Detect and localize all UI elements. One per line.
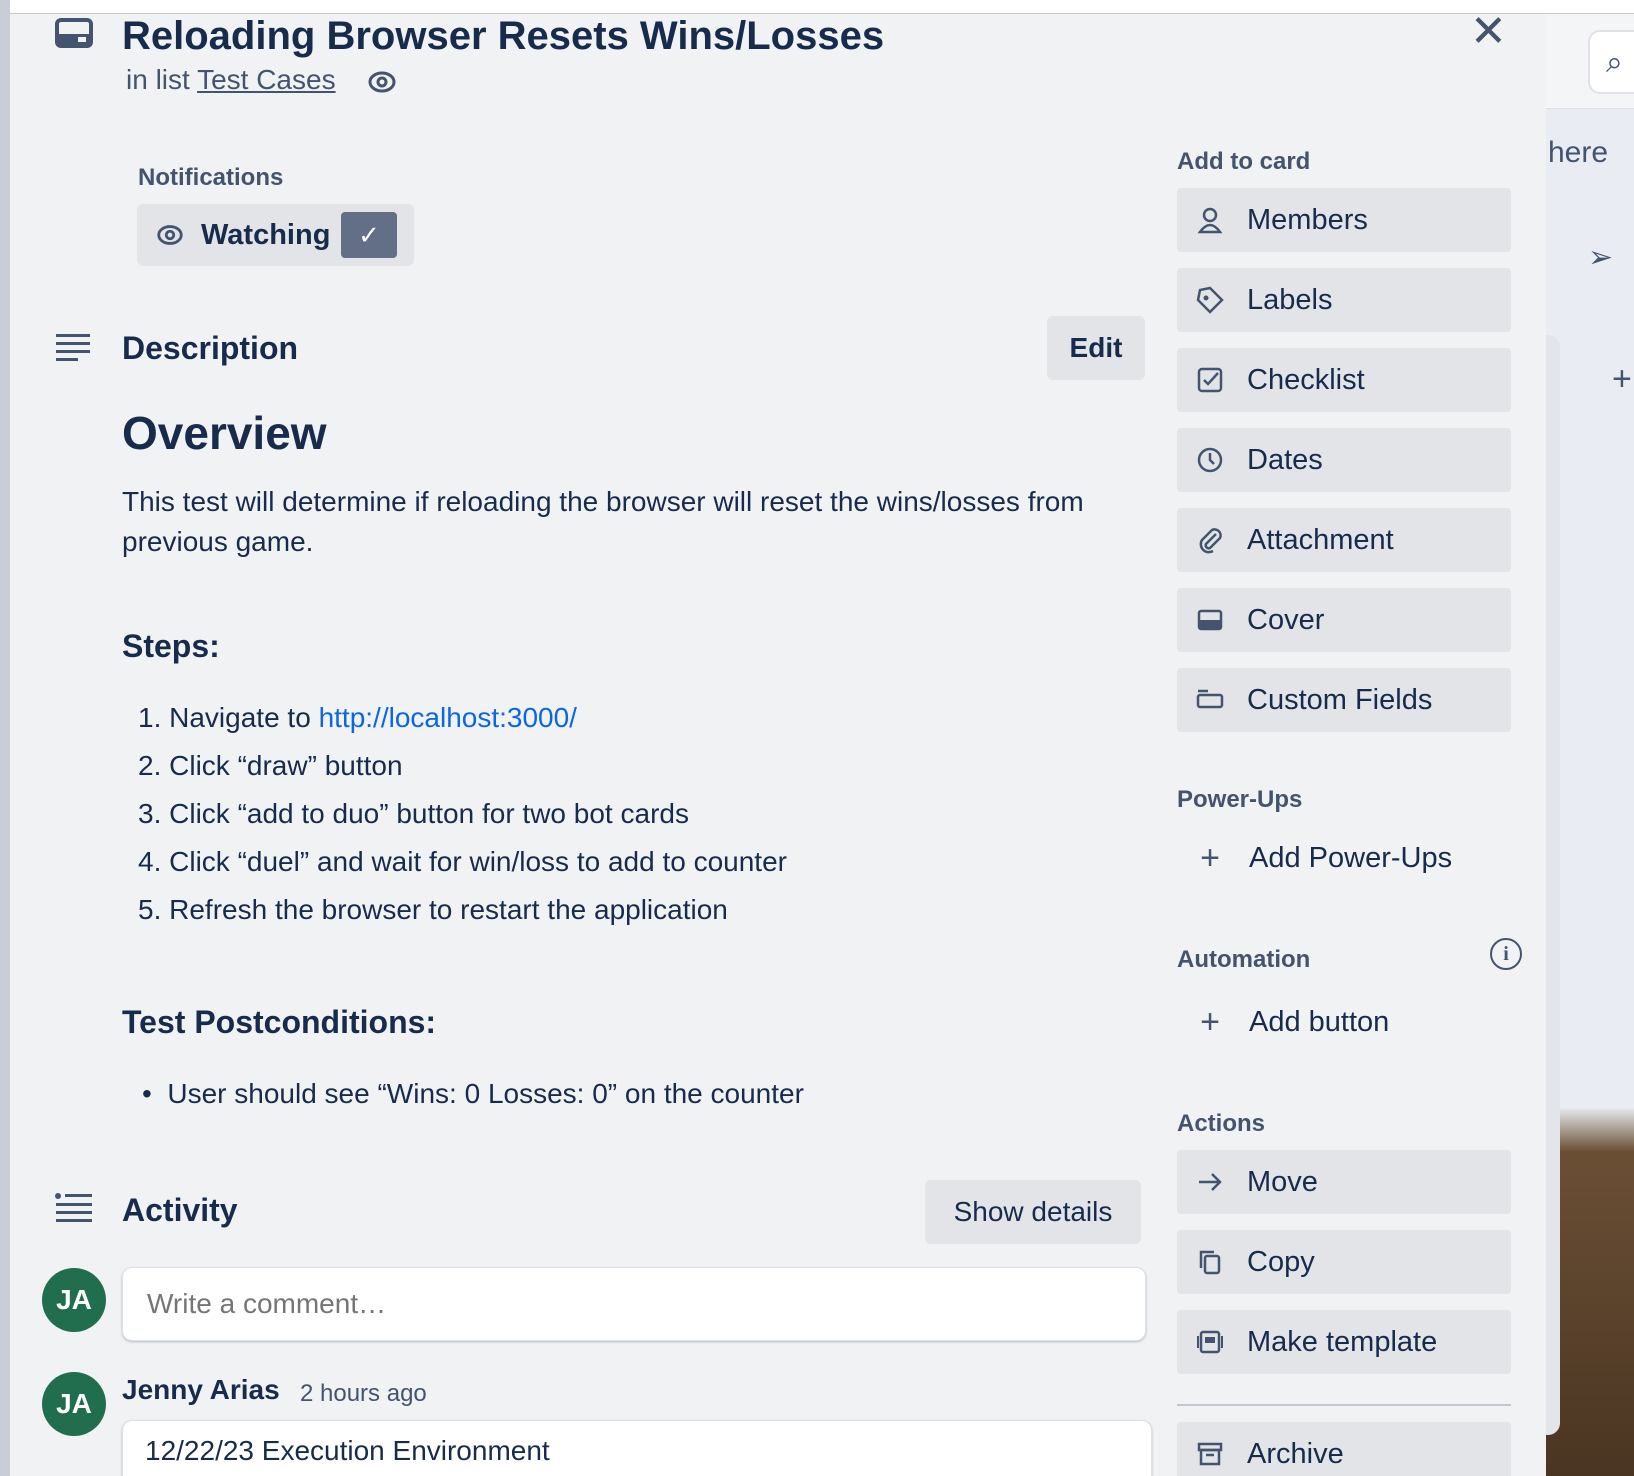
steps-heading: Steps: [122, 628, 220, 664]
dates-button[interactable]: Dates [1177, 428, 1511, 492]
watch-button[interactable]: Watching ✓ [137, 204, 414, 266]
card-icon [55, 18, 93, 48]
avatar[interactable]: JA [42, 1372, 106, 1436]
template-icon [1195, 1327, 1225, 1357]
steps-list: 1. Navigate to http://localhost:3000/ 2.… [138, 694, 787, 934]
list-item: 4. Click “duel” and wait for win/loss to… [138, 846, 787, 877]
attachment-label: Attachment [1247, 523, 1394, 556]
custom-fields-button[interactable]: Custom Fields [1177, 668, 1511, 732]
add-button-label: Add button [1249, 1005, 1390, 1038]
add-to-card-heading: Add to card [1177, 148, 1311, 175]
list-item: 5. Refresh the browser to restart the ap… [138, 894, 728, 925]
labels-label: Labels [1247, 283, 1333, 316]
add-list-icon[interactable]: + [1612, 360, 1632, 399]
localhost-link[interactable]: http://localhost:3000/ [319, 702, 577, 733]
make-template-label: Make template [1247, 1325, 1438, 1358]
comment-timestamp[interactable]: 2 hours ago [300, 1380, 427, 1408]
edit-description-button[interactable]: Edit [1047, 316, 1145, 380]
list-item: 3. Click “add to duo” button for two bot… [138, 798, 689, 829]
checkmark-icon: ✓ [341, 212, 397, 258]
plus-icon: + [1200, 838, 1220, 877]
watching-label: Watching [201, 218, 331, 251]
custom-fields-icon [1195, 685, 1225, 715]
card-detail-modal: Reloading Browser Resets Wins/Losses ✕ i… [10, 14, 1546, 1476]
in-list-prefix: in list [126, 64, 190, 95]
paperclip-icon [1195, 525, 1225, 555]
window-top-edge [0, 0, 1634, 14]
copy-button[interactable]: Copy [1177, 1230, 1511, 1294]
notifications-label: Notifications [138, 164, 284, 191]
comment-input[interactable] [122, 1267, 1146, 1341]
move-label: Move [1247, 1165, 1318, 1198]
custom-fields-label: Custom Fields [1247, 683, 1433, 716]
info-icon[interactable]: i [1490, 938, 1522, 970]
sidebar-divider [1177, 1404, 1511, 1406]
powerups-heading: Power-Ups [1177, 786, 1303, 813]
search-icon[interactable]: ⌕ [1606, 46, 1623, 80]
add-button-button[interactable]: + Add button [1177, 990, 1511, 1054]
list-name-link[interactable]: Test Cases [197, 64, 336, 95]
tag-icon [1195, 285, 1225, 315]
eye-icon [157, 225, 183, 245]
checklist-button[interactable]: Checklist [1177, 348, 1511, 412]
comment-body: 12/22/23 Execution Environment [122, 1420, 1152, 1476]
actions-heading: Actions [1177, 1110, 1266, 1137]
list-item: • User should see “Wins: 0 Losses: 0” on… [142, 1078, 804, 1109]
person-icon [1195, 205, 1225, 235]
card-title[interactable]: Reloading Browser Resets Wins/Losses [122, 14, 884, 59]
postconditions-list: • User should see “Wins: 0 Losses: 0” on… [142, 1074, 804, 1114]
labels-button[interactable]: Labels [1177, 268, 1511, 332]
list-item: 2. Click “draw” button [138, 750, 403, 781]
close-icon[interactable]: ✕ [1470, 14, 1507, 57]
add-powerups-button[interactable]: + Add Power-Ups [1177, 826, 1511, 890]
add-powerups-label: Add Power-Ups [1249, 841, 1453, 874]
description-paragraph: This test will determine if reloading th… [122, 486, 1084, 557]
postconditions-heading: Test Postconditions: [122, 1004, 437, 1040]
list-item: 1. Navigate to http://localhost:3000/ [138, 702, 577, 733]
arrow-right-icon [1195, 1167, 1225, 1197]
archive-button[interactable]: Archive [1177, 1422, 1511, 1476]
automation-heading: Automation [1177, 946, 1311, 973]
members-label: Members [1247, 203, 1368, 236]
board-left-edge [0, 0, 10, 1476]
checkbox-icon [1195, 365, 1225, 395]
dates-label: Dates [1247, 443, 1323, 476]
activity-heading: Activity [122, 1192, 238, 1228]
cover-icon [1195, 605, 1225, 635]
comment-author[interactable]: Jenny Arias [122, 1374, 280, 1406]
avatar[interactable]: JA [42, 1268, 106, 1332]
archive-label: Archive [1247, 1437, 1344, 1470]
show-details-button[interactable]: Show details [925, 1180, 1141, 1244]
archive-icon [1195, 1439, 1225, 1469]
activity-icon [55, 1193, 92, 1222]
attachment-button[interactable]: Attachment [1177, 508, 1511, 572]
cover-button[interactable]: Cover [1177, 588, 1511, 652]
card-list-info: in list Test Cases [126, 64, 336, 96]
members-button[interactable]: Members [1177, 188, 1511, 252]
copy-label: Copy [1247, 1245, 1315, 1278]
cover-label: Cover [1247, 603, 1325, 636]
clock-icon [1195, 445, 1225, 475]
plus-icon: + [1200, 1002, 1220, 1041]
board-partial-text: here [1548, 136, 1609, 169]
overview-heading: Overview [122, 407, 327, 459]
move-button[interactable]: Move [1177, 1150, 1511, 1214]
checklist-label: Checklist [1247, 363, 1365, 396]
description-heading: Description [122, 330, 299, 366]
description-icon [56, 334, 90, 361]
copy-icon [1195, 1247, 1225, 1277]
send-icon[interactable]: ➢ [1588, 240, 1613, 275]
make-template-button[interactable]: Make template [1177, 1310, 1511, 1374]
eye-icon [368, 71, 396, 93]
